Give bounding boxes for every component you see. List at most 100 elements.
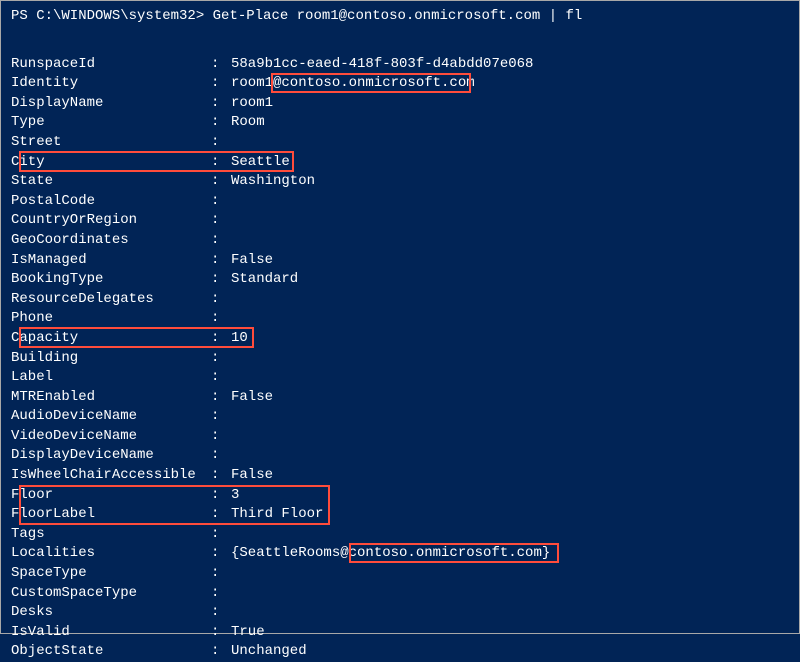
property-value: Room xyxy=(231,113,265,133)
property-key: Tags xyxy=(11,525,211,545)
property-value: Washington xyxy=(231,172,315,192)
colon-separator: : xyxy=(211,564,231,584)
property-key: IsManaged xyxy=(11,251,211,271)
output-row: AudioDeviceName: xyxy=(11,407,789,427)
colon-separator: : xyxy=(211,192,231,212)
colon-separator: : xyxy=(211,172,231,192)
output-row: State: Washington xyxy=(11,172,789,192)
terminal-content: PS C:\WINDOWS\system32> Get-Place room1@… xyxy=(11,7,789,662)
colon-separator: : xyxy=(211,642,231,662)
colon-separator: : xyxy=(211,368,231,388)
output-row: City: Seattle xyxy=(11,153,789,173)
prompt-line[interactable]: PS C:\WINDOWS\system32> Get-Place room1@… xyxy=(11,7,789,27)
colon-separator: : xyxy=(211,290,231,310)
property-value: Standard xyxy=(231,270,298,290)
colon-separator: : xyxy=(211,407,231,427)
output-row: DisplayDeviceName: xyxy=(11,446,789,466)
output-row: SpaceType: xyxy=(11,564,789,584)
output-row: Building: xyxy=(11,349,789,369)
colon-separator: : xyxy=(211,231,231,251)
property-key: AudioDeviceName xyxy=(11,407,211,427)
output-row: PostalCode: xyxy=(11,192,789,212)
output-row: Phone: xyxy=(11,309,789,329)
output-row: Floor: 3 xyxy=(11,486,789,506)
output-row: Street: xyxy=(11,133,789,153)
property-key: ResourceDelegates xyxy=(11,290,211,310)
colon-separator: : xyxy=(211,525,231,545)
output-row: Tags: xyxy=(11,525,789,545)
property-key: ObjectState xyxy=(11,642,211,662)
output-row: Localities: {SeattleRooms@contoso.onmicr… xyxy=(11,544,789,564)
property-value: 10 xyxy=(231,329,248,349)
property-key: Floor xyxy=(11,486,211,506)
property-key: GeoCoordinates xyxy=(11,231,211,251)
colon-separator: : xyxy=(211,153,231,173)
property-value: True xyxy=(231,623,265,643)
property-key: Street xyxy=(11,133,211,153)
colon-separator: : xyxy=(211,329,231,349)
output-row: IsManaged: False xyxy=(11,251,789,271)
output-row: MTREnabled: False xyxy=(11,388,789,408)
property-value: Unchanged xyxy=(231,642,307,662)
output-row: IsValid: True xyxy=(11,623,789,643)
property-value: False xyxy=(231,388,273,408)
property-value: {SeattleRooms@contoso.onmicrosoft.com} xyxy=(231,544,550,564)
colon-separator: : xyxy=(211,309,231,329)
colon-separator: : xyxy=(211,446,231,466)
property-key: SpaceType xyxy=(11,564,211,584)
property-key: CountryOrRegion xyxy=(11,211,211,231)
output-rows: RunspaceId: 58a9b1cc-eaed-418f-803f-d4ab… xyxy=(11,55,789,662)
colon-separator: : xyxy=(211,486,231,506)
prompt-command: Get-Place room1@contoso.onmicrosoft.com … xyxy=(204,8,582,24)
property-key: BookingType xyxy=(11,270,211,290)
property-key: Localities xyxy=(11,544,211,564)
property-value: room1@contoso.onmicrosoft.com xyxy=(231,74,475,94)
output-row: CountryOrRegion: xyxy=(11,211,789,231)
colon-separator: : xyxy=(211,466,231,486)
property-key: FloorLabel xyxy=(11,505,211,525)
output-row: Identity: room1@contoso.onmicrosoft.com xyxy=(11,74,789,94)
property-key: DisplayName xyxy=(11,94,211,114)
colon-separator: : xyxy=(211,544,231,564)
colon-separator: : xyxy=(211,505,231,525)
output-row: ResourceDelegates: xyxy=(11,290,789,310)
colon-separator: : xyxy=(211,74,231,94)
property-key: VideoDeviceName xyxy=(11,427,211,447)
property-value: Seattle xyxy=(231,153,290,173)
colon-separator: : xyxy=(211,113,231,133)
property-key: Type xyxy=(11,113,211,133)
colon-separator: : xyxy=(211,584,231,604)
property-key: MTREnabled xyxy=(11,388,211,408)
property-key: Phone xyxy=(11,309,211,329)
colon-separator: : xyxy=(211,427,231,447)
colon-separator: : xyxy=(211,133,231,153)
output-row: RunspaceId: 58a9b1cc-eaed-418f-803f-d4ab… xyxy=(11,55,789,75)
property-key: IsWheelChairAccessible xyxy=(11,466,211,486)
colon-separator: : xyxy=(211,94,231,114)
colon-separator: : xyxy=(211,211,231,231)
property-value: 58a9b1cc-eaed-418f-803f-d4abdd07e068 xyxy=(231,55,533,75)
output-row: ObjectState: Unchanged xyxy=(11,642,789,662)
property-key: Label xyxy=(11,368,211,388)
property-value: False xyxy=(231,251,273,271)
property-key: City xyxy=(11,153,211,173)
property-key: Capacity xyxy=(11,329,211,349)
property-key: PostalCode xyxy=(11,192,211,212)
property-value: 3 xyxy=(231,486,239,506)
colon-separator: : xyxy=(211,55,231,75)
output-row: Capacity: 10 xyxy=(11,329,789,349)
property-key: RunspaceId xyxy=(11,55,211,75)
property-value: room1 xyxy=(231,94,273,114)
prompt-prefix: PS C:\WINDOWS\system32> xyxy=(11,8,204,24)
colon-separator: : xyxy=(211,603,231,623)
output-row: GeoCoordinates: xyxy=(11,231,789,251)
colon-separator: : xyxy=(211,270,231,290)
colon-separator: : xyxy=(211,388,231,408)
property-key: CustomSpaceType xyxy=(11,584,211,604)
output-row: Desks: xyxy=(11,603,789,623)
output-row: VideoDeviceName: xyxy=(11,427,789,447)
output-row: BookingType: Standard xyxy=(11,270,789,290)
colon-separator: : xyxy=(211,251,231,271)
property-key: Identity xyxy=(11,74,211,94)
output-row: DisplayName: room1 xyxy=(11,94,789,114)
